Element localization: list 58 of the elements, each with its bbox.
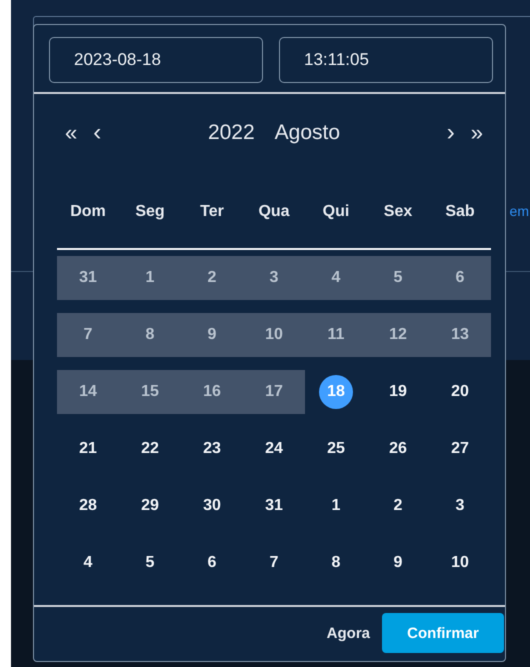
weekday-label: Dom — [69, 203, 107, 221]
day-cell[interactable]: 16 — [181, 370, 243, 414]
day-cell[interactable]: 29 — [119, 484, 181, 528]
date-input[interactable]: 2023-08-18 — [49, 37, 263, 83]
day-cell[interactable]: 27 — [429, 427, 491, 471]
day-cell[interactable]: 21 — [57, 427, 119, 471]
day-cell[interactable]: 25 — [305, 427, 367, 471]
day-cell[interactable]: 2 — [181, 256, 243, 300]
day-cell[interactable]: 7 — [57, 313, 119, 357]
day-cell[interactable]: 3 — [429, 484, 491, 528]
year-label[interactable]: 2022 — [208, 121, 255, 145]
day-cell[interactable]: 26 — [367, 427, 429, 471]
day-cell[interactable]: 4 — [57, 541, 119, 585]
weekday-label: Sex — [382, 203, 414, 221]
day-cell[interactable]: 23 — [181, 427, 243, 471]
day-cell[interactable]: 22 — [119, 427, 181, 471]
day-cell[interactable]: 30 — [181, 484, 243, 528]
day-cell[interactable]: 1 — [119, 256, 181, 300]
next-month-button[interactable]: › — [438, 119, 463, 147]
day-cell[interactable]: 9 — [367, 541, 429, 585]
day-cell[interactable]: 19 — [367, 370, 429, 414]
day-cell[interactable]: 7 — [243, 541, 305, 585]
day-cell[interactable]: 12 — [367, 313, 429, 357]
day-cell[interactable]: 31 — [243, 484, 305, 528]
day-cell[interactable]: 8 — [119, 313, 181, 357]
link-text[interactable]: em — [510, 203, 529, 219]
now-button[interactable]: Agora — [322, 624, 374, 642]
day-cell[interactable]: 15 — [119, 370, 181, 414]
day-cell[interactable]: 5 — [367, 256, 429, 300]
month-label[interactable]: Agosto — [274, 121, 340, 145]
weekday-label: Qui — [322, 203, 350, 221]
weekday-label: Seg — [134, 203, 166, 221]
day-cell[interactable]: 9 — [181, 313, 243, 357]
day-cell[interactable]: 20 — [429, 370, 491, 414]
day-cell[interactable]: 5 — [119, 541, 181, 585]
day-cell[interactable]: 14 — [57, 370, 119, 414]
day-cell[interactable]: 11 — [305, 313, 367, 357]
day-cell[interactable]: 13 — [429, 313, 491, 357]
day-cell[interactable]: 28 — [57, 484, 119, 528]
day-cell[interactable]: 6 — [429, 256, 491, 300]
day-cell[interactable]: 31 — [57, 256, 119, 300]
day-cell[interactable]: 17 — [243, 370, 305, 414]
weekday-label: Ter — [199, 203, 225, 221]
previous-month-button[interactable]: ‹ — [85, 119, 110, 147]
weekday-label: Qua — [257, 203, 291, 221]
time-input[interactable]: 13:11:05 — [279, 37, 493, 83]
next-year-button[interactable]: » — [462, 120, 491, 146]
day-cell[interactable]: 10 — [243, 313, 305, 357]
day-cell[interactable]: 3 — [243, 256, 305, 300]
day-cell[interactable]: 10 — [429, 541, 491, 585]
day-cell[interactable]: 8 — [305, 541, 367, 585]
previous-year-button[interactable]: « — [57, 120, 86, 146]
day-cell[interactable]: 4 — [305, 256, 367, 300]
weekday-label: Sab — [444, 203, 476, 221]
day-cell[interactable]: 24 — [243, 427, 305, 471]
day-cell[interactable]: 1 — [305, 484, 367, 528]
day-cell[interactable]: 2 — [367, 484, 429, 528]
day-cell[interactable]: 6 — [181, 541, 243, 585]
